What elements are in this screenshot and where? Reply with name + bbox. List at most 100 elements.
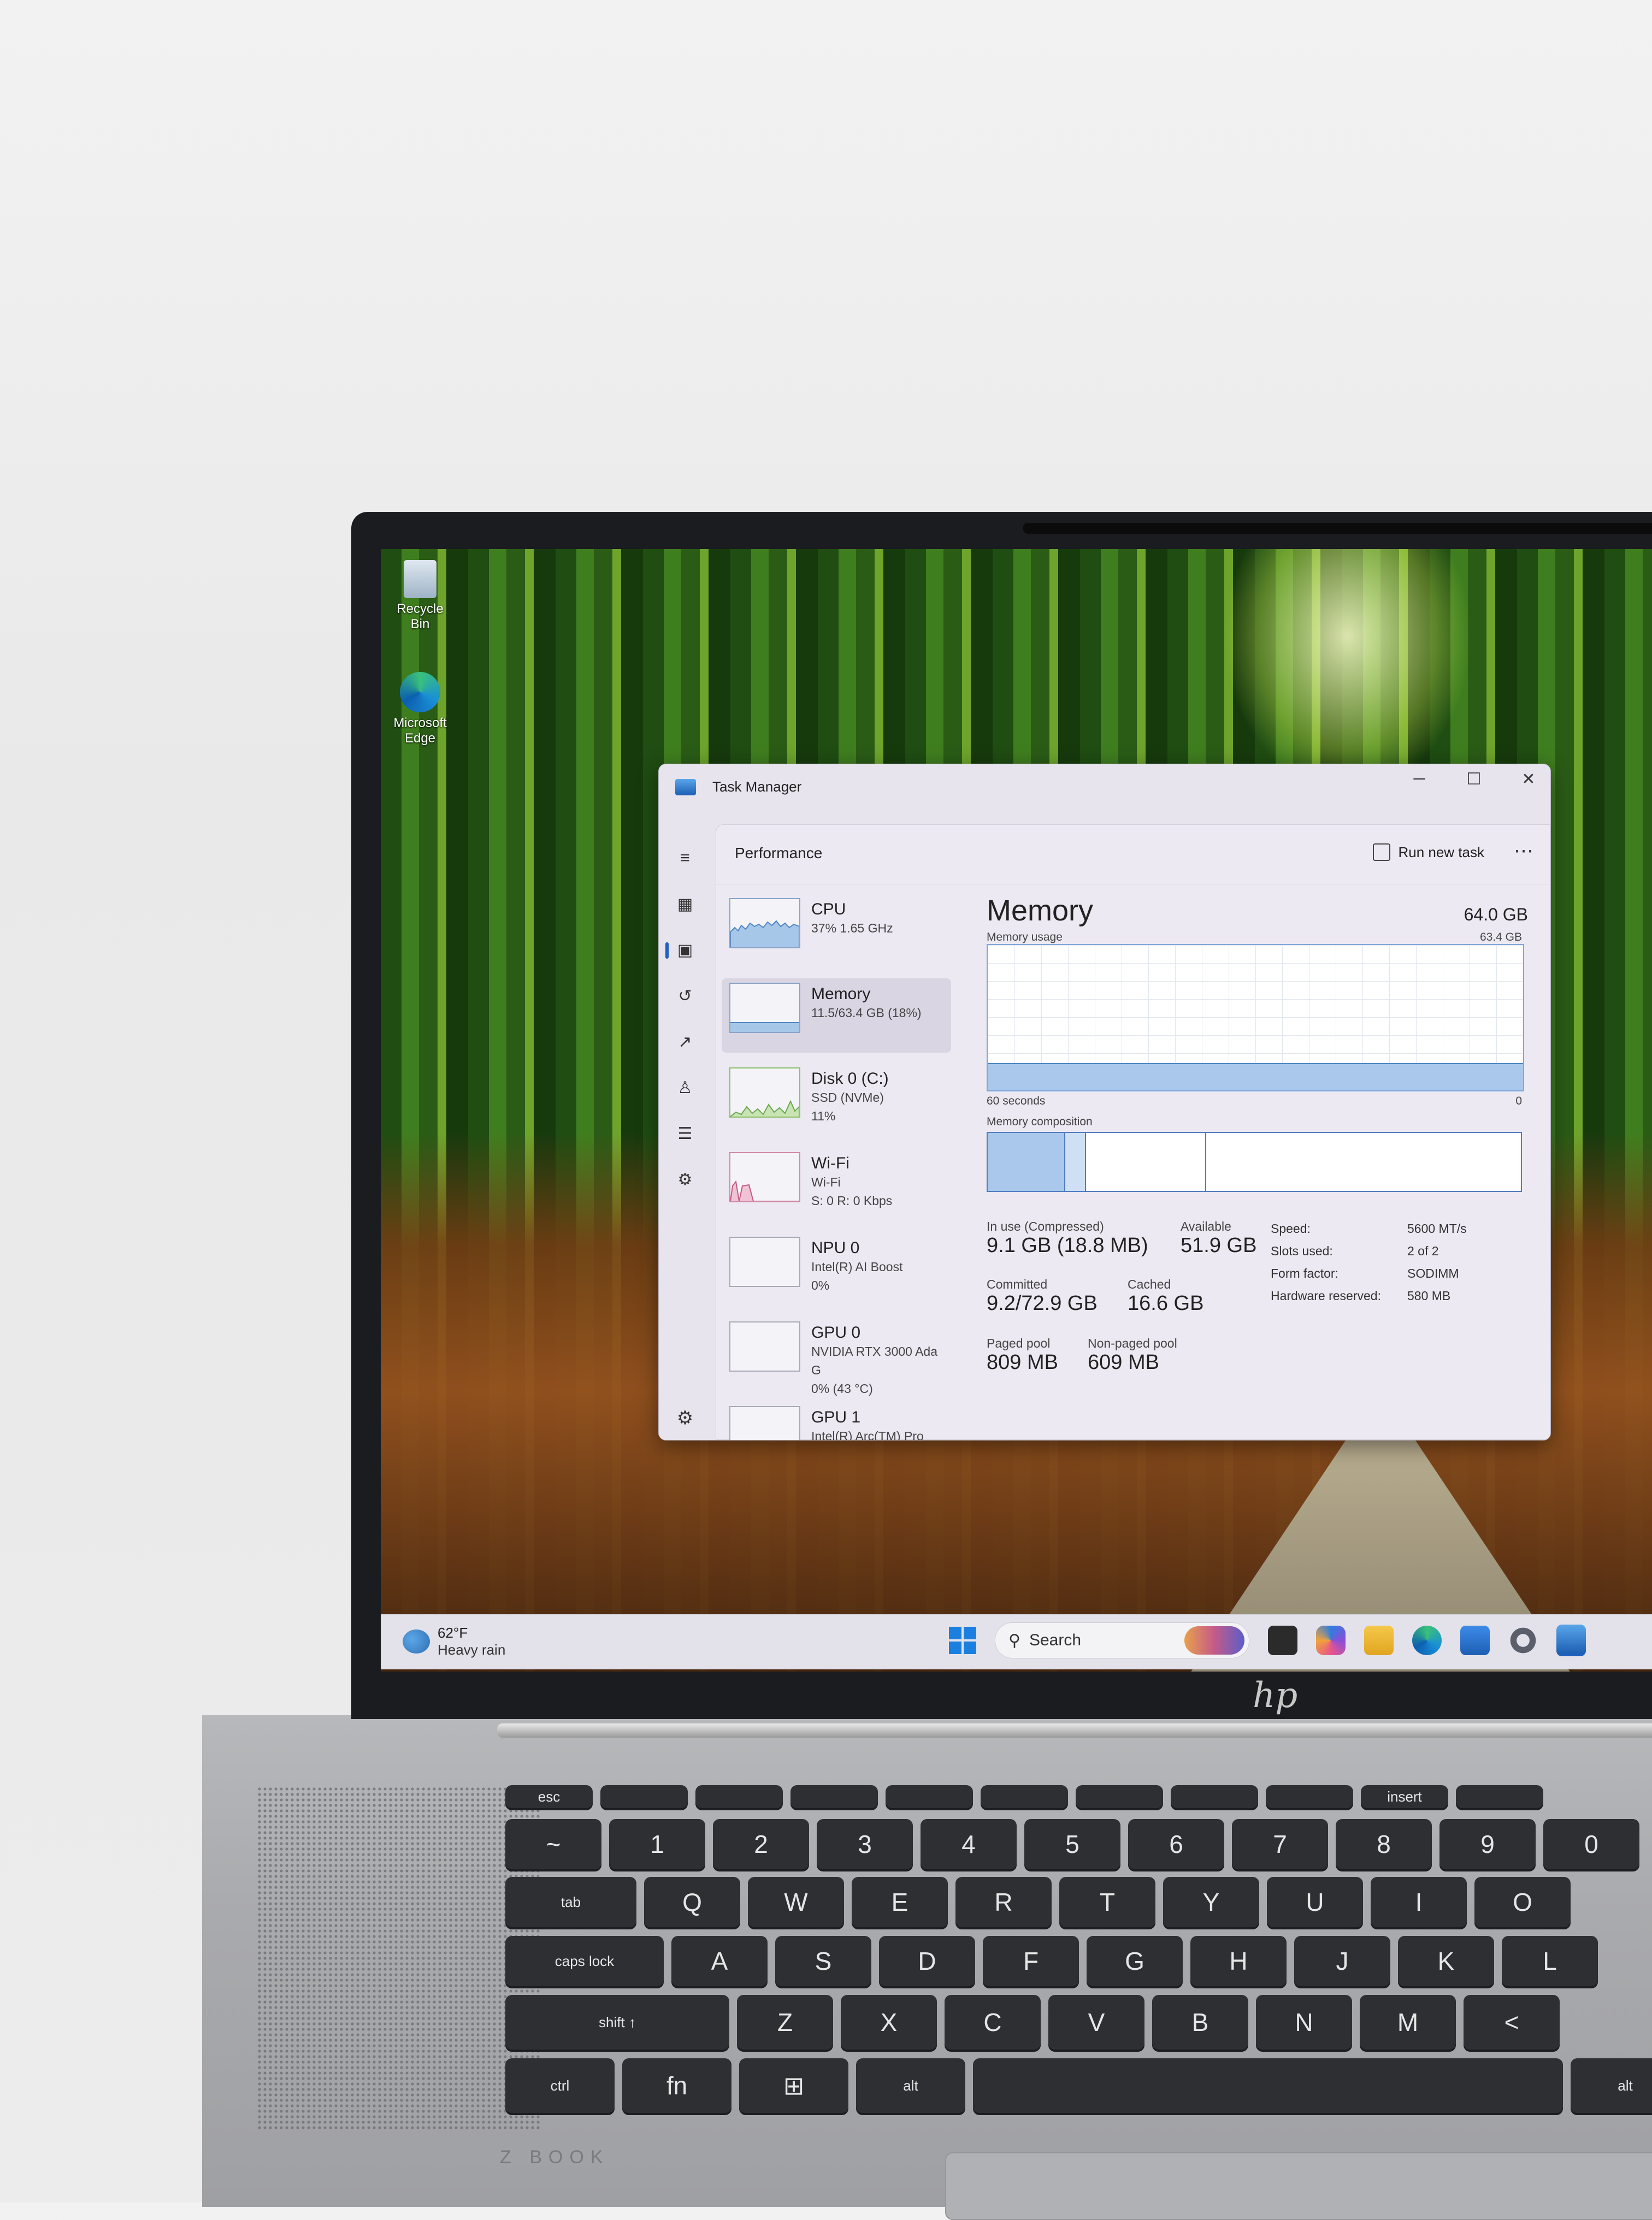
key[interactable] [1171,1785,1258,1808]
key[interactable]: 6 [1128,1819,1224,1869]
key[interactable]: B [1152,1995,1248,2050]
resource-gpu1[interactable]: GPU 1 Intel(R) Arc(TM) Pro Gra 0% [722,1402,951,1440]
key[interactable]: esc [505,1785,593,1808]
start-button[interactable] [949,1627,976,1654]
resource-name: Wi-Fi [811,1154,849,1172]
settings-icon[interactable] [1508,1626,1538,1655]
key[interactable]: O [1474,1877,1571,1927]
run-new-task-button[interactable]: Run new task [1373,843,1484,861]
key[interactable]: 1 [609,1819,705,1869]
key[interactable] [790,1785,878,1808]
key[interactable] [1266,1785,1353,1808]
key[interactable]: U [1267,1877,1363,1927]
key[interactable]: 5 [1024,1819,1120,1869]
key[interactable]: Z [737,1995,833,2050]
memory-total: 64.0 GB [1464,905,1528,924]
stat-value: 51.9 GB [1181,1234,1257,1257]
store-icon[interactable] [1460,1626,1490,1655]
resource-gpu0[interactable]: GPU 0 NVIDIA RTX 3000 Ada G 0% (43 °C) [722,1317,951,1402]
shift-key-row: shift ↑ Z X C V B N M < [505,1995,1560,2050]
resource-memory[interactable]: Memory 11.5/63.4 GB (18%) [722,978,951,1053]
key[interactable]: C [945,1995,1041,2050]
widgets-icon[interactable] [1268,1626,1297,1655]
key[interactable]: K [1398,1936,1494,1986]
copilot-icon[interactable] [1316,1626,1346,1655]
weather-widget[interactable]: 62°F Heavy rain [403,1625,505,1658]
desktop-icon-edge[interactable]: Microsoft Edge [390,672,450,746]
weather-desc: Heavy rain [438,1642,506,1658]
key[interactable] [695,1785,783,1808]
more-options-button[interactable]: ⋯ [1514,839,1533,862]
key[interactable] [981,1785,1068,1808]
key[interactable]: 8 [1336,1819,1432,1869]
key[interactable] [600,1785,688,1808]
users-icon[interactable]: ♙ [670,1065,700,1111]
key[interactable]: ctrl [505,2058,615,2113]
performance-icon[interactable]: ▣ [665,927,700,973]
key[interactable]: tab [505,1877,636,1927]
key[interactable]: 4 [921,1819,1017,1869]
maximize-button[interactable]: ☐ [1463,770,1485,789]
key[interactable]: D [879,1936,975,1986]
key[interactable]: R [955,1877,1052,1927]
key[interactable]: T [1059,1877,1155,1927]
resource-disk[interactable]: Disk 0 (C:) SSD (NVMe) 11% [722,1063,951,1148]
resource-name: GPU 0 [811,1324,861,1342]
key[interactable] [886,1785,973,1808]
key[interactable]: Y [1163,1877,1259,1927]
app-history-icon[interactable]: ↺ [670,973,700,1019]
key[interactable]: M [1360,1995,1456,2050]
key[interactable]: alt [1571,2058,1652,2113]
file-explorer-icon[interactable] [1364,1626,1394,1655]
key[interactable]: F [983,1936,1079,1986]
key[interactable] [1076,1785,1163,1808]
key[interactable]: < [1464,1995,1560,2050]
key[interactable]: A [671,1936,768,1986]
key[interactable]: E [852,1877,948,1927]
key[interactable]: alt [856,2058,965,2113]
resource-npu[interactable]: NPU 0 Intel(R) AI Boost 0% [722,1232,951,1317]
key[interactable]: 2 [713,1819,809,1869]
key[interactable]: V [1048,1995,1144,2050]
key[interactable] [1456,1785,1543,1808]
startup-apps-icon[interactable]: ↗ [670,1019,700,1065]
minimize-button[interactable]: ─ [1408,770,1430,789]
hamburger-icon[interactable]: ≡ [670,835,700,881]
task-manager-icon[interactable] [1556,1625,1586,1656]
key[interactable]: J [1294,1936,1390,1986]
key[interactable]: X [841,1995,937,2050]
key[interactable]: ~ [505,1819,601,1869]
key[interactable]: 3 [817,1819,913,1869]
key[interactable]: I [1371,1877,1467,1927]
key[interactable]: insert [1361,1785,1448,1808]
key[interactable]: caps lock [505,1936,664,1986]
edge-icon[interactable] [1412,1626,1442,1655]
key[interactable]: G [1087,1936,1183,1986]
detail-key: Speed: [1271,1221,1311,1236]
resource-wifi[interactable]: Wi-Fi Wi-Fi S: 0 R: 0 Kbps [722,1148,951,1232]
key[interactable]: 7 [1232,1819,1328,1869]
search-box[interactable]: ⚲ Search [995,1622,1249,1658]
details-icon[interactable]: ☰ [670,1111,700,1156]
key[interactable]: shift ↑ [505,1995,729,2050]
services-icon[interactable]: ⚙ [670,1156,700,1202]
resource-name: NPU 0 [811,1239,860,1257]
resource-cpu[interactable]: CPU 37% 1.65 GHz [722,894,951,978]
key[interactable]: W [748,1877,844,1927]
processes-icon[interactable]: ▦ [670,881,700,927]
close-button[interactable]: ✕ [1518,770,1539,789]
key[interactable]: 9 [1439,1819,1536,1869]
key[interactable]: 0 [1543,1819,1639,1869]
settings-icon[interactable]: ⚙ [670,1407,700,1429]
desktop-icon-recycle-bin[interactable]: Recycle Bin [390,560,450,632]
key[interactable]: ⊞ [739,2058,848,2113]
key[interactable]: N [1256,1995,1352,2050]
key[interactable] [973,2058,1563,2113]
key[interactable]: L [1502,1936,1598,1986]
key[interactable]: H [1190,1936,1287,1986]
key[interactable]: fn [622,2058,731,2113]
trackpad[interactable] [945,2152,1652,2220]
key[interactable]: Q [644,1877,740,1927]
key[interactable]: S [775,1936,871,1986]
window-controls: ─ ☐ ✕ [1408,770,1539,789]
